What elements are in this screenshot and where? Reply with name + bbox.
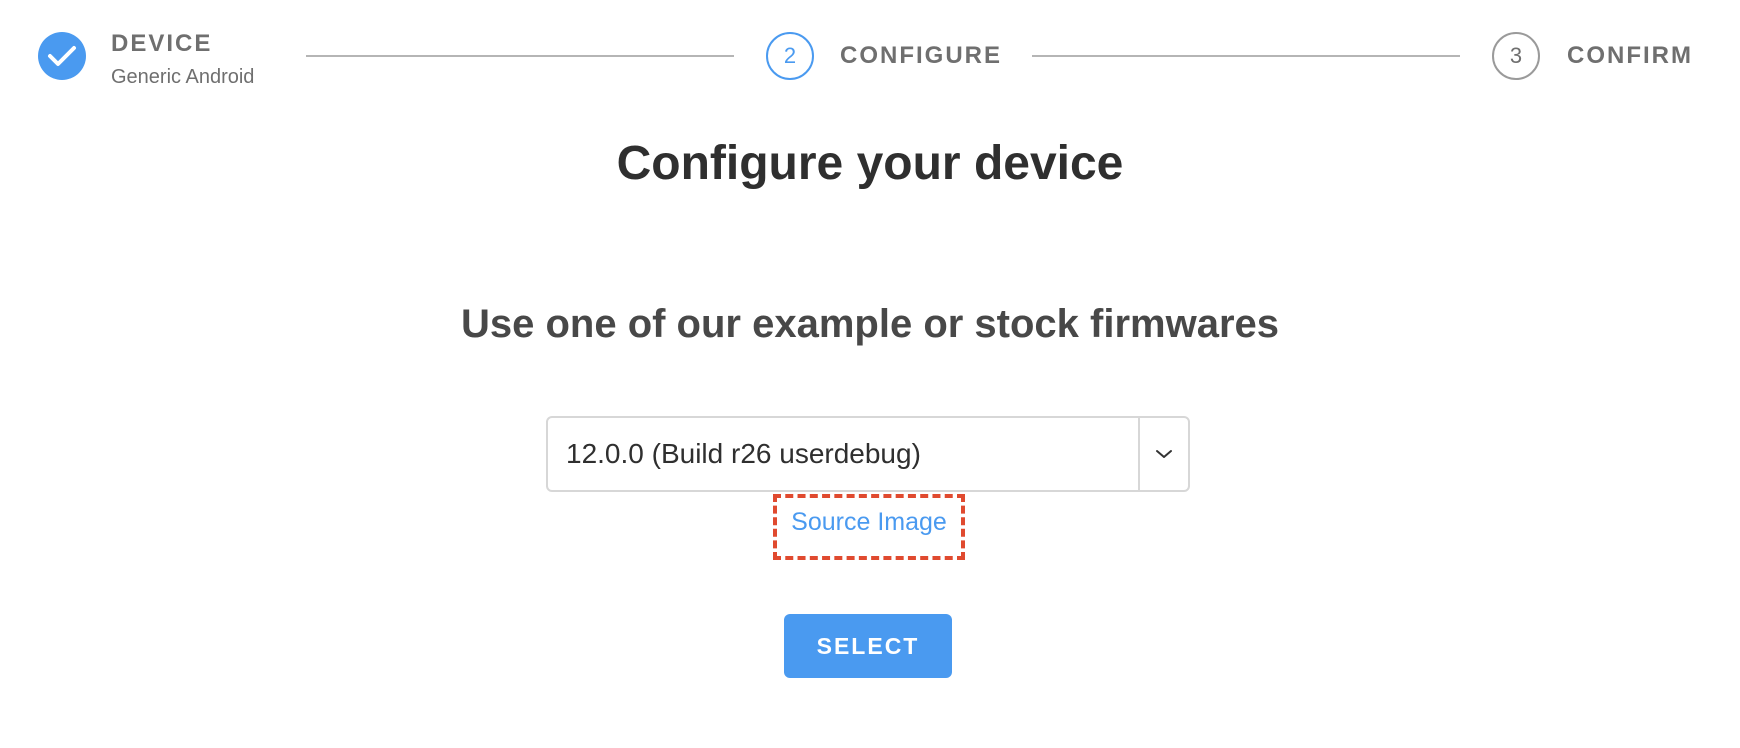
firmware-select-value: 12.0.0 (Build r26 userdebug) [566, 438, 921, 469]
source-image-link[interactable]: Source Image [791, 508, 947, 537]
chevron-down-icon [1156, 450, 1172, 458]
page: DEVICE Generic Android 2 CONFIGURE 3 CON… [0, 0, 1740, 748]
section-title: Use one of our example or stock firmware… [460, 302, 1280, 346]
source-image-highlight: Source Image [773, 494, 965, 560]
step-configure-title: CONFIGURE [840, 42, 1002, 69]
step-configure-number: 2 [766, 32, 814, 80]
step-device-subtitle: Generic Android [111, 66, 255, 88]
step-confirm-title: CONFIRM [1567, 42, 1693, 69]
select-button[interactable]: SELECT [784, 614, 952, 678]
firmware-select[interactable]: 12.0.0 (Build r26 userdebug) [546, 416, 1190, 492]
step-confirm-number: 3 [1492, 32, 1540, 80]
step-device-complete-badge[interactable] [38, 32, 86, 80]
step-connector [306, 55, 734, 57]
page-title: Configure your device [616, 137, 1124, 190]
firmware-select-toggle[interactable] [1138, 418, 1188, 490]
step-device-title[interactable]: DEVICE [111, 30, 212, 58]
checkmark-icon [48, 46, 76, 66]
stepper: DEVICE Generic Android 2 CONFIGURE 3 CON… [0, 0, 1740, 110]
step-connector [1032, 55, 1460, 57]
